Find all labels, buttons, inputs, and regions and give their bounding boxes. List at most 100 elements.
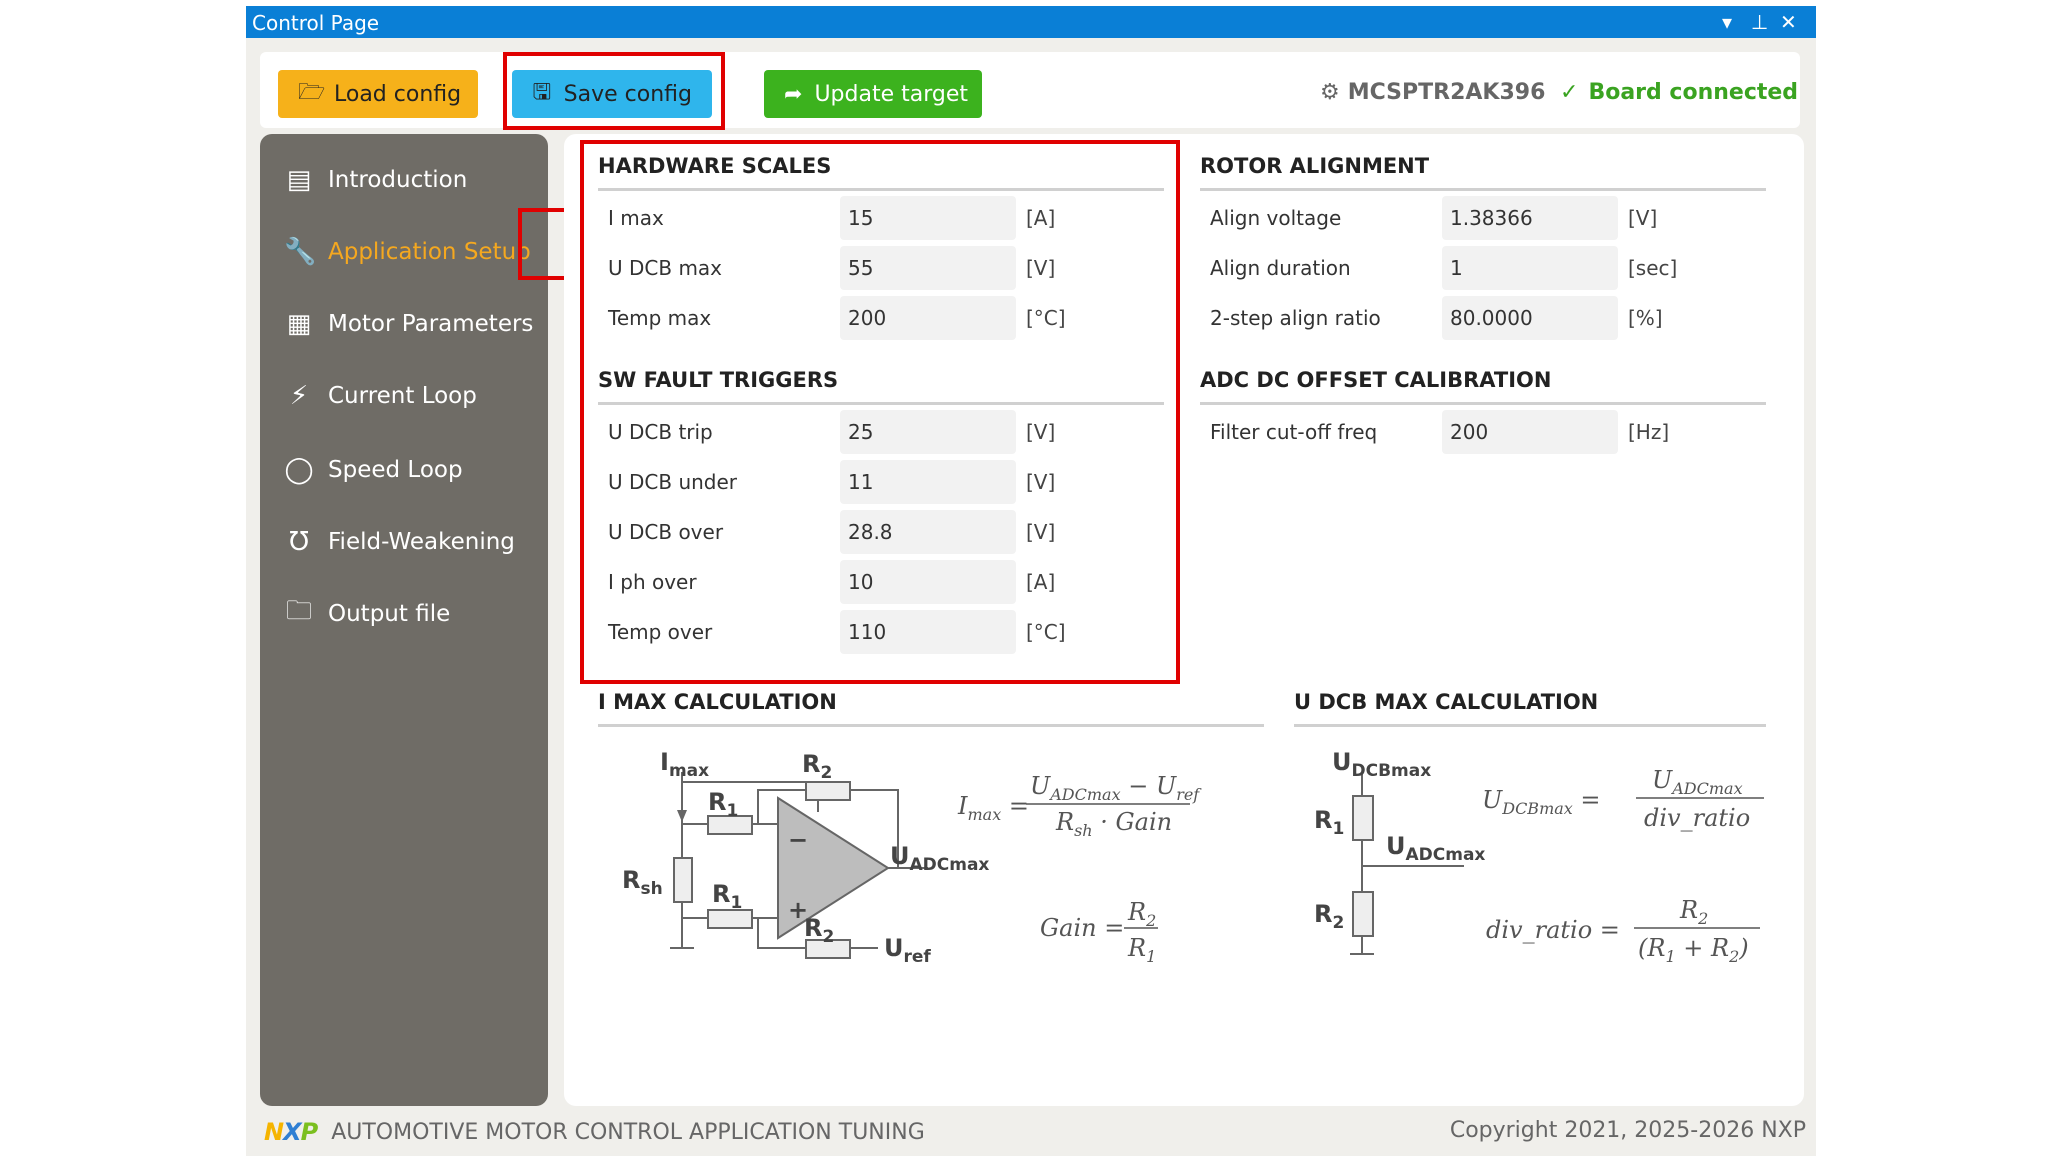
- row-unit: [V]: [1026, 420, 1056, 444]
- sidebar-item-label: Output file: [328, 601, 451, 627]
- u-dcb-over-input[interactable]: 28.8: [840, 510, 1016, 554]
- row-label: U DCB max: [608, 256, 723, 280]
- svg-text:Imax =: Imax =: [957, 792, 1029, 824]
- align-ratio-input[interactable]: 80.0000: [1442, 296, 1618, 340]
- folder-icon: 🗀: [285, 596, 312, 626]
- r2-lower-sub: 2: [822, 927, 834, 947]
- div-den-close: ): [1738, 934, 1748, 962]
- svg-text:R1: R1: [1314, 806, 1344, 839]
- row-unit: [sec]: [1628, 256, 1678, 280]
- sidebar-item-output-file[interactable]: 🗀 Output file: [284, 592, 450, 636]
- row-label: Temp over: [608, 620, 713, 644]
- row-unit: [Hz]: [1628, 420, 1670, 444]
- share-arrow-icon: ➦: [784, 81, 803, 107]
- uref-sub: ref: [904, 947, 932, 967]
- row-label: Temp max: [608, 306, 712, 330]
- div-r2-label: R: [1314, 900, 1332, 928]
- load-config-label: Load config: [334, 81, 462, 107]
- eq-num-op: − U: [1121, 772, 1177, 800]
- footer-brand-text: AUTOMOTIVE MOTOR CONTROL APPLICATION TUN…: [331, 1119, 925, 1145]
- div-r1-sub: 1: [1332, 819, 1344, 839]
- ueq-lhs: U: [1482, 786, 1503, 814]
- dropdown-menu-icon[interactable]: ▾: [1722, 10, 1732, 34]
- eq-num-sub: ADCmax: [1048, 785, 1120, 804]
- udcbmax-sub: DCBmax: [1352, 761, 1432, 781]
- svg-text:Uref: Uref: [884, 934, 931, 967]
- div-den-sub2: 2: [1728, 947, 1739, 966]
- row-unit: [V]: [1026, 256, 1056, 280]
- div-r2-sub: 2: [1332, 913, 1344, 933]
- hardware-scales-title: HARDWARE SCALES: [598, 154, 832, 178]
- svg-text:R2: R2: [1314, 900, 1344, 933]
- row-label: 2-step align ratio: [1210, 306, 1381, 330]
- r1-lower-label: R: [712, 880, 730, 908]
- svg-text:R2: R2: [1679, 896, 1708, 928]
- rsh-label: R: [622, 866, 640, 894]
- u-dcb-trip-input[interactable]: 25: [840, 410, 1016, 454]
- row-label: U DCB over: [608, 520, 724, 544]
- eq-den-sub: sh: [1074, 821, 1093, 840]
- udcbmax-equation: UDCBmax = UADCmax div_ratio: [1482, 766, 1764, 832]
- svg-text:UADCmax: UADCmax: [1652, 766, 1743, 798]
- board-status-text: Board connected: [1588, 80, 1799, 105]
- r1-label: R: [708, 788, 726, 816]
- row-unit: [%]: [1628, 306, 1663, 330]
- row-label: U DCB under: [608, 470, 738, 494]
- eq-lhs: I: [957, 792, 968, 820]
- sidebar-item-label: Application Setup: [328, 239, 531, 265]
- pin-icon[interactable]: ⊥: [1751, 10, 1768, 34]
- sidebar-item-label: Field-Weakening: [328, 529, 515, 555]
- save-file-icon: 🖫: [532, 80, 552, 105]
- svg-text:UDCBmax: UDCBmax: [1332, 748, 1431, 781]
- row-unit: [°C]: [1026, 620, 1066, 644]
- load-config-button[interactable]: 🗁 Load config: [278, 70, 478, 118]
- section-divider: [598, 188, 1164, 191]
- nxp-logo: NXP: [264, 1118, 318, 1146]
- sidebar-item-motor-parameters[interactable]: ▦ Motor Parameters: [284, 302, 534, 346]
- eq-num-sub2: ref: [1176, 785, 1202, 804]
- uref-label: U: [884, 934, 904, 962]
- section-divider: [598, 402, 1164, 405]
- r1-lower-sub: 1: [730, 893, 742, 913]
- gain-den: R: [1127, 934, 1146, 962]
- align-duration-input[interactable]: 1: [1442, 246, 1618, 290]
- save-config-button[interactable]: 🖫 Save config: [512, 70, 712, 118]
- opamp-minus: −: [788, 826, 808, 854]
- div-den-open: (R: [1638, 934, 1665, 962]
- div-ratio-equation: div_ratio = R2 (R1 + R2): [1486, 896, 1760, 966]
- row-unit: [V]: [1026, 520, 1056, 544]
- div-num: R: [1679, 896, 1698, 924]
- i-max-input[interactable]: 15: [840, 196, 1016, 240]
- div-r1-label: R: [1314, 806, 1332, 834]
- u-dcb-max-input[interactable]: 55: [840, 246, 1016, 290]
- gain-num: R: [1127, 898, 1146, 926]
- align-voltage-input[interactable]: 1.38366: [1442, 196, 1618, 240]
- sidebar-item-introduction[interactable]: ▤ Introduction: [284, 158, 468, 202]
- filter-cutoff-input[interactable]: 200: [1442, 410, 1618, 454]
- temp-max-input[interactable]: 200: [840, 296, 1016, 340]
- application-setup-panel: HARDWARE SCALES I max 15 [A] U DCB max 5…: [564, 134, 1804, 1106]
- i-ph-over-input[interactable]: 10: [840, 560, 1016, 604]
- board-id: ⚙ MCSPTR2AK396: [1320, 80, 1545, 105]
- sidebar-item-current-loop[interactable]: ⚡ Current Loop: [284, 374, 477, 418]
- svg-text:Rsh · Gain: Rsh · Gain: [1055, 808, 1172, 840]
- sidebar-item-speed-loop[interactable]: ◯ Speed Loop: [284, 448, 462, 492]
- u-dcb-under-input[interactable]: 11: [840, 460, 1016, 504]
- chip-icon: ⚙: [1320, 80, 1340, 105]
- i-max-calculation-diagram: Imax R1 R2 Rsh R1 R2 UADCmax Uref − + Im…: [622, 748, 1202, 967]
- row-unit: [V]: [1628, 206, 1658, 230]
- calculator-icon: ▦: [286, 309, 312, 339]
- sidebar-item-field-weakening[interactable]: Ʊ Field-Weakening: [284, 520, 515, 564]
- ueq-num: U: [1652, 766, 1673, 794]
- div-den-mid: + R: [1676, 934, 1729, 962]
- u-dcb-max-calculation-title: U DCB MAX CALCULATION: [1294, 690, 1599, 714]
- eq-den: R: [1055, 808, 1074, 836]
- footer-brand: NXP AUTOMOTIVE MOTOR CONTROL APPLICATION…: [264, 1118, 925, 1146]
- row-label: U DCB trip: [608, 420, 713, 444]
- close-icon[interactable]: ✕: [1780, 10, 1797, 34]
- temp-over-input[interactable]: 110: [840, 610, 1016, 654]
- eq-lhs-sub: max: [967, 805, 1001, 824]
- sidebar-item-application-setup[interactable]: 🔧 Application Setup: [284, 230, 531, 274]
- update-target-button[interactable]: ➦ Update target: [764, 70, 982, 118]
- r2-sub: 2: [820, 763, 832, 783]
